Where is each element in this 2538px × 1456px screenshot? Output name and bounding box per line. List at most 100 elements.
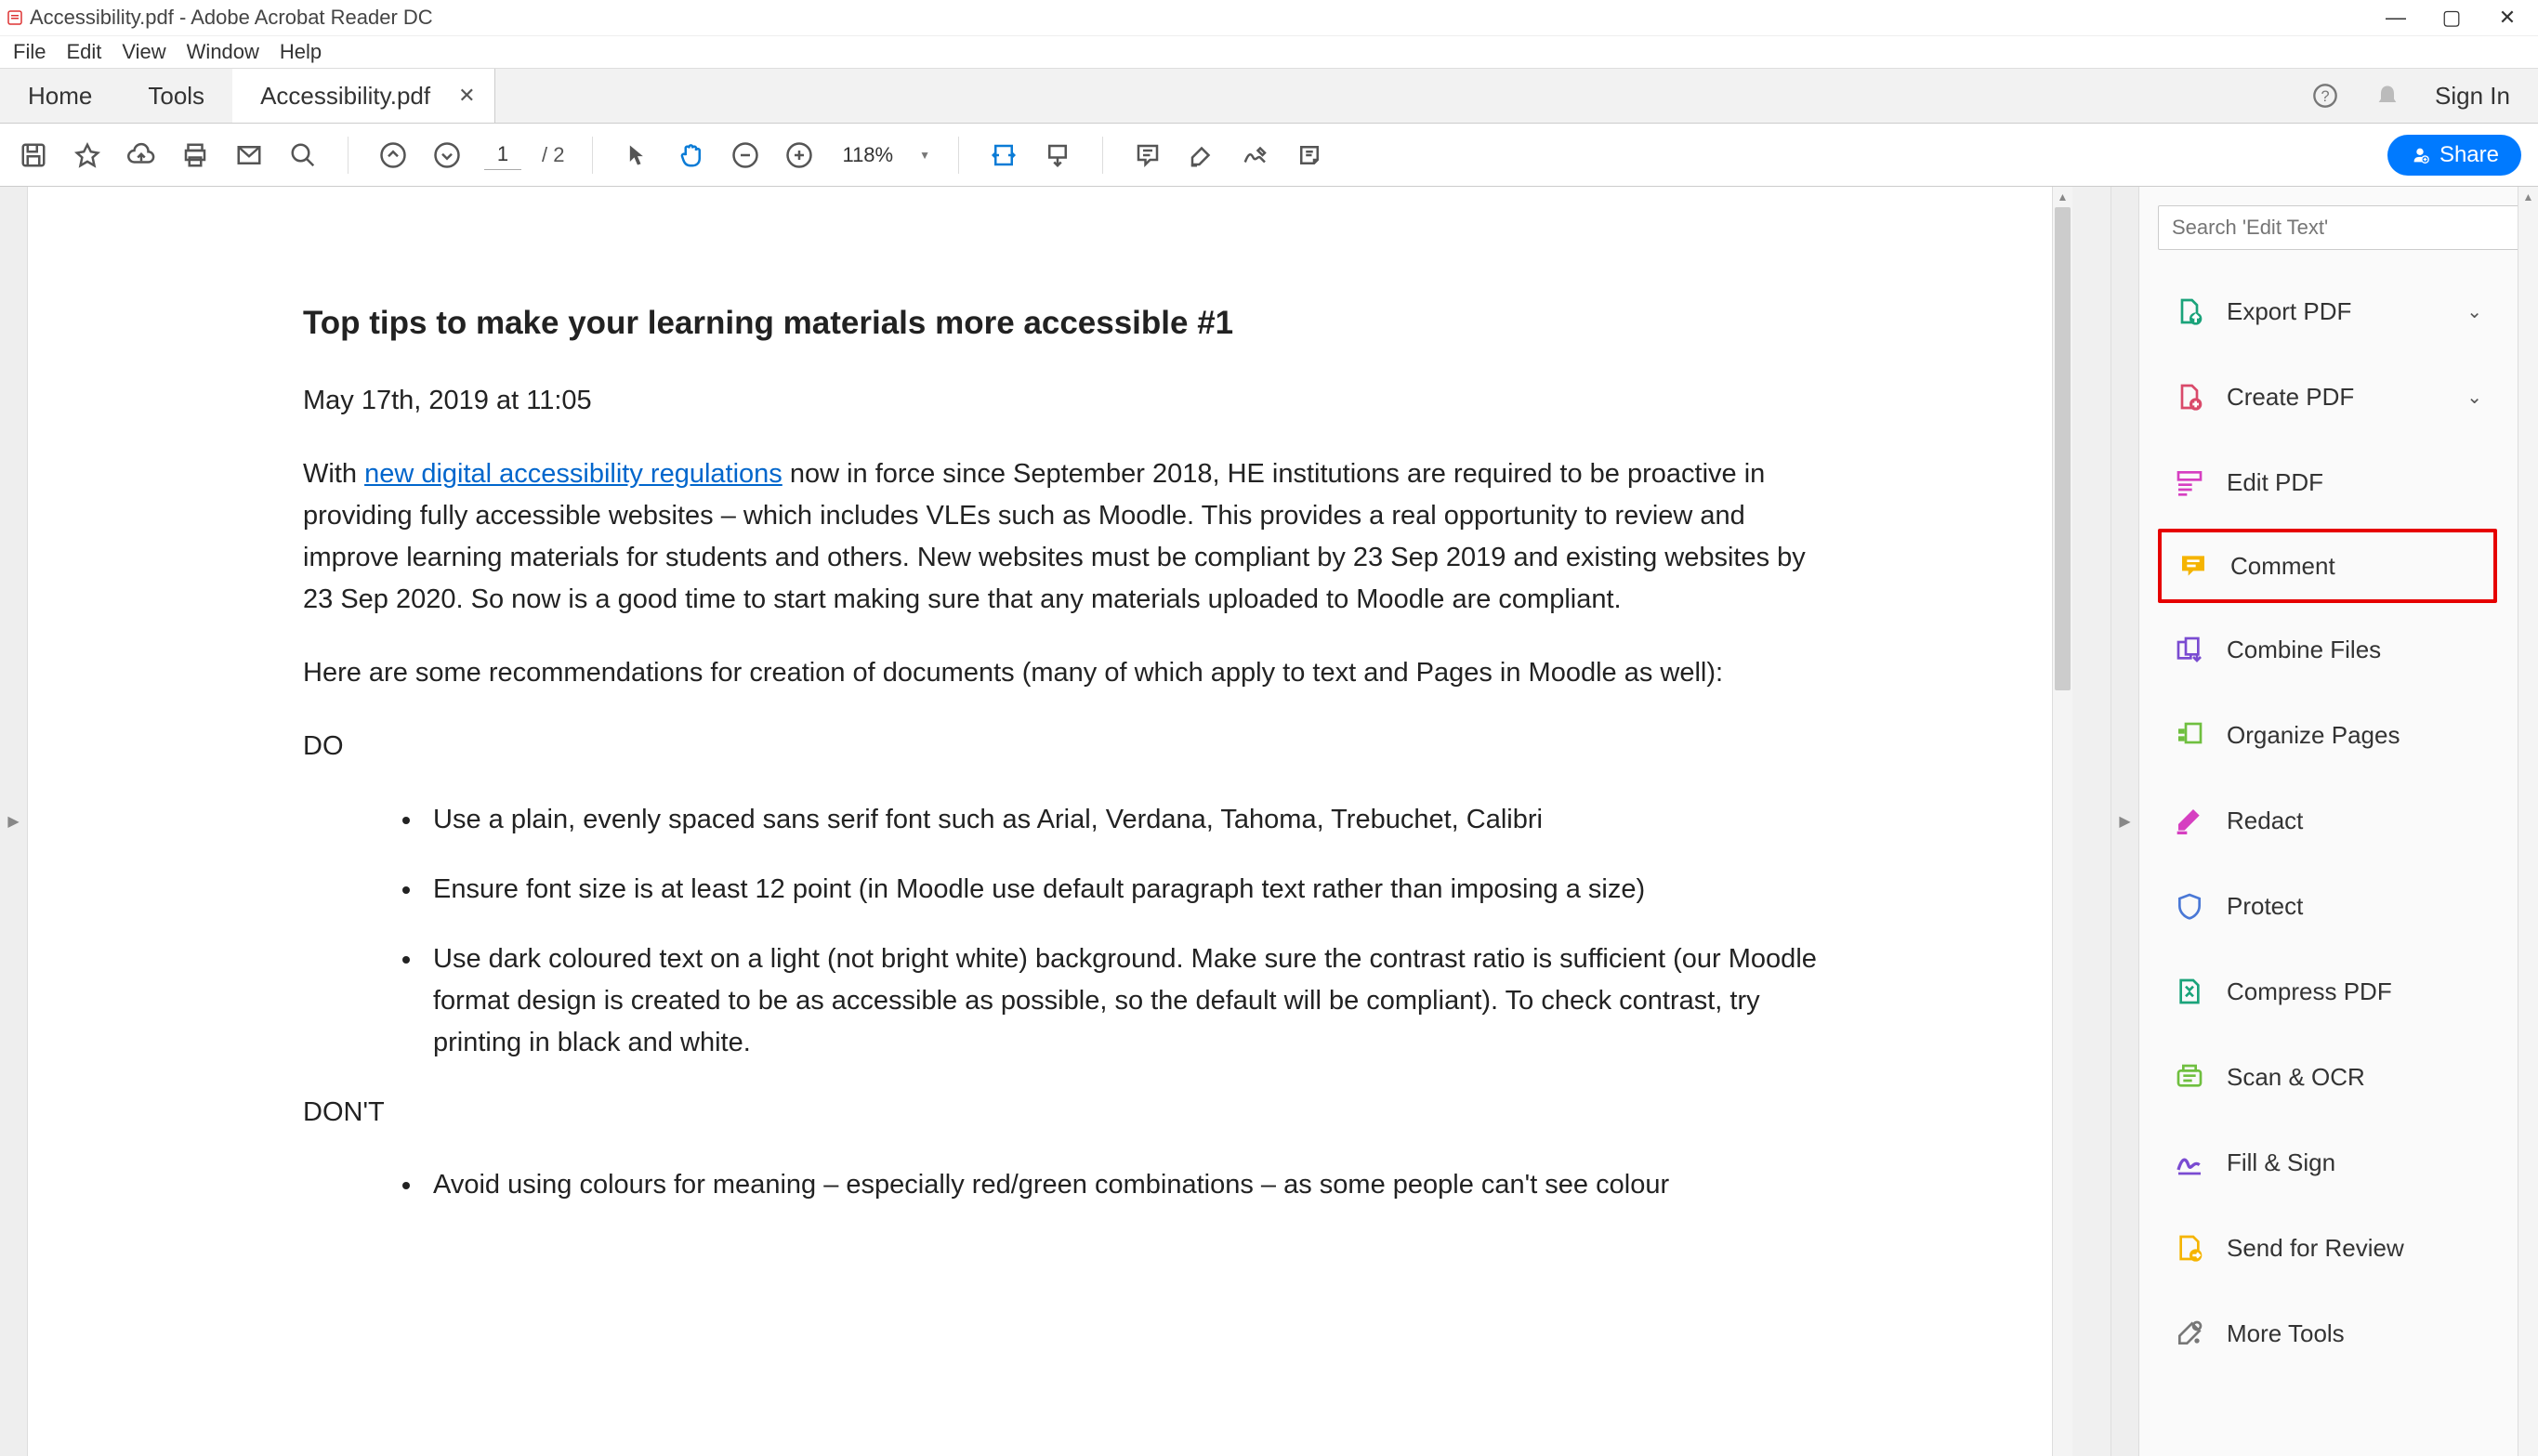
tool-label: Create PDF (2227, 383, 2354, 412)
tool-export[interactable]: Export PDF ⌄ (2158, 269, 2497, 354)
tool-label: Protect (2227, 892, 2303, 921)
menu-edit[interactable]: Edit (66, 40, 101, 64)
document-scrollbar[interactable]: ▲ (2052, 187, 2072, 1456)
comment-icon (2176, 549, 2210, 583)
tab-tools[interactable]: Tools (120, 69, 232, 123)
scroll-thumb[interactable] (2055, 207, 2071, 690)
sticky-note-icon[interactable] (1131, 138, 1164, 172)
tool-label: Combine Files (2227, 636, 2381, 664)
intro-paragraph: With new digital accessibility regulatio… (303, 453, 1827, 621)
create-icon (2173, 380, 2206, 413)
zoom-out-icon[interactable] (729, 138, 762, 172)
tab-close-button[interactable]: ✕ (458, 84, 475, 108)
pdf-file-icon (7, 10, 22, 25)
chevron-right-icon: ▶ (2119, 812, 2130, 831)
page-date: May 17th, 2019 at 11:05 (303, 380, 1827, 422)
menu-help[interactable]: Help (280, 40, 322, 64)
fit-width-icon[interactable] (987, 138, 1020, 172)
scroll-up-icon[interactable]: ▲ (2518, 187, 2538, 207)
right-pane-toggle[interactable]: ▶ (2111, 187, 2138, 1456)
search-icon[interactable] (286, 138, 320, 172)
tool-label: Send for Review (2227, 1234, 2404, 1263)
edit-icon (2173, 466, 2206, 499)
menu-view[interactable]: View (122, 40, 165, 64)
menu-window[interactable]: Window (187, 40, 259, 64)
page-heading: Top tips to make your learning materials… (303, 298, 1940, 348)
current-page-input[interactable] (484, 140, 521, 170)
zoom-in-icon[interactable] (782, 138, 816, 172)
export-icon (2173, 295, 2206, 328)
do-list: Use a plain, evenly spaced sans serif fo… (303, 799, 1827, 1064)
tools-list: Export PDF ⌄ Create PDF ⌄ Edit PDF Comment Com… (2139, 269, 2538, 1376)
fit-page-icon[interactable] (1041, 138, 1074, 172)
tool-redact[interactable]: Redact (2158, 778, 2497, 863)
tab-document[interactable]: Accessibility.pdf ✕ (232, 69, 494, 123)
tools-panel: Export PDF ⌄ Create PDF ⌄ Edit PDF Comment Com… (2138, 187, 2538, 1456)
toolbar-separator (592, 137, 593, 174)
notifications-icon[interactable] (2373, 81, 2402, 111)
tool-organize[interactable]: Organize Pages (2158, 692, 2497, 778)
tool-sign[interactable]: Fill & Sign (2158, 1120, 2497, 1205)
left-nav-pane-toggle[interactable]: ▶ (0, 187, 28, 1456)
tools-search-input[interactable] (2172, 216, 2505, 240)
tool-label: Export PDF (2227, 297, 2351, 326)
selection-tool-icon[interactable] (621, 138, 654, 172)
list-item: Ensure font size is at least 12 point (i… (424, 869, 1827, 911)
dont-list: Avoid using colours for meaning – especi… (303, 1164, 1827, 1206)
share-label: Share (2439, 142, 2499, 168)
print-icon[interactable] (178, 138, 212, 172)
document-viewport[interactable]: Top tips to make your learning materials… (28, 187, 2111, 1456)
do-label: DO (303, 726, 1827, 767)
tool-scan[interactable]: Scan & OCR (2158, 1034, 2497, 1120)
hand-tool-icon[interactable] (675, 138, 708, 172)
chevron-down-icon: ⌄ (2466, 300, 2482, 323)
menu-file[interactable]: File (13, 40, 46, 64)
list-item: Use a plain, evenly spaced sans serif fo… (424, 799, 1827, 841)
redact-icon (2173, 804, 2206, 837)
tool-protect[interactable]: Protect (2158, 863, 2497, 949)
share-button[interactable]: Share (2387, 135, 2521, 176)
zoom-dropdown-icon[interactable]: ▼ (919, 149, 930, 162)
cloud-upload-icon[interactable] (125, 138, 158, 172)
window-title: Accessibility.pdf - Adobe Acrobat Reader… (30, 6, 2382, 30)
menu-bar: File Edit View Window Help (0, 36, 2538, 68)
combine-icon (2173, 633, 2206, 666)
chevron-right-icon: ▶ (7, 812, 19, 831)
chevron-down-icon: ⌄ (2466, 386, 2482, 409)
minimize-button[interactable]: — (2382, 7, 2410, 28)
tool-combine[interactable]: Combine Files (2158, 607, 2497, 692)
content-area: ▶ Top tips to make your learning materia… (0, 187, 2538, 1456)
save-icon[interactable] (17, 138, 50, 172)
tool-more[interactable]: More Tools (2158, 1291, 2497, 1376)
svg-text:?: ? (2321, 88, 2330, 105)
close-button[interactable]: ✕ (2493, 7, 2521, 28)
list-item: Use dark coloured text on a light (not b… (424, 938, 1827, 1064)
scroll-up-icon[interactable]: ▲ (2053, 187, 2072, 207)
tool-label: More Tools (2227, 1319, 2345, 1348)
sign-in-button[interactable]: Sign In (2435, 82, 2510, 111)
stamp-icon[interactable] (1293, 138, 1326, 172)
tab-home[interactable]: Home (0, 69, 120, 123)
page-up-icon[interactable] (376, 138, 410, 172)
tools-panel-scrollbar[interactable]: ▲ (2518, 187, 2538, 1456)
zoom-value: 118% (836, 143, 899, 167)
tool-comment[interactable]: Comment (2158, 529, 2497, 603)
mail-icon[interactable] (232, 138, 266, 172)
highlight-icon[interactable] (1185, 138, 1218, 172)
regulations-link[interactable]: new digital accessibility regulations (364, 459, 782, 489)
tool-label: Redact (2227, 807, 2303, 835)
page-down-icon[interactable] (430, 138, 464, 172)
help-icon[interactable]: ? (2310, 81, 2340, 111)
star-icon[interactable] (71, 138, 104, 172)
compress-icon (2173, 975, 2206, 1008)
tool-review[interactable]: Send for Review (2158, 1205, 2497, 1291)
tool-create[interactable]: Create PDF ⌄ (2158, 354, 2497, 439)
window-controls: — ▢ ✕ (2382, 7, 2521, 28)
tool-label: Scan & OCR (2227, 1063, 2365, 1092)
tool-label: Edit PDF (2227, 468, 2323, 497)
signature-icon[interactable] (1239, 138, 1272, 172)
tools-search[interactable] (2158, 205, 2519, 250)
tool-compress[interactable]: Compress PDF (2158, 949, 2497, 1034)
maximize-button[interactable]: ▢ (2438, 7, 2466, 28)
tool-edit[interactable]: Edit PDF (2158, 439, 2497, 525)
